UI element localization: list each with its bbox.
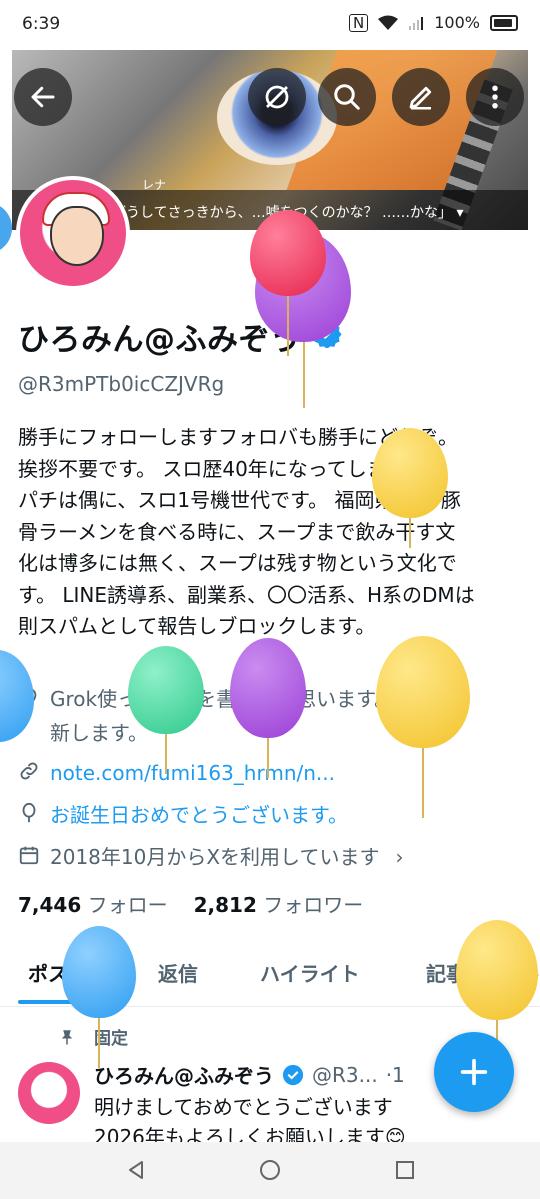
website-link[interactable]: note.com/fumi163_hrmn/n... xyxy=(50,756,335,790)
compose-post-button[interactable] xyxy=(434,1032,514,1112)
balloon-partial-blue xyxy=(0,202,12,254)
tweet-time: ·1 xyxy=(385,1062,405,1087)
wifi-icon xyxy=(378,15,399,30)
link-icon xyxy=(20,762,38,780)
plus-icon xyxy=(460,1058,488,1086)
following-count-link[interactable]: 7,446 フォロー xyxy=(18,889,168,918)
pencil-icon xyxy=(409,86,432,110)
profile-birthday[interactable]: お誕生日おめでとうございます。 xyxy=(18,798,348,832)
search-button[interactable] xyxy=(318,68,376,126)
nfc-icon: N xyxy=(349,13,369,32)
edit-button[interactable] xyxy=(392,68,450,126)
search-icon xyxy=(334,84,360,110)
system-nav-bar xyxy=(0,1142,540,1199)
status-bar: 6:39 N 100% xyxy=(0,0,540,50)
profile-joined[interactable]: 2018年10月からXを利用しています › xyxy=(18,840,403,874)
follow-counts: 7,446 フォロー 2,812 フォロワー xyxy=(18,889,363,918)
followers-count-link[interactable]: 2,812 フォロワー xyxy=(194,889,364,918)
signal-icon xyxy=(409,16,424,30)
pin-icon xyxy=(61,1029,73,1044)
chevron-right-icon: › xyxy=(395,845,404,869)
back-button[interactable] xyxy=(14,68,72,126)
home-circle-icon[interactable] xyxy=(258,1158,282,1182)
calendar-icon xyxy=(19,846,39,865)
tab-replies[interactable]: 返信 xyxy=(158,950,198,1006)
grok-button[interactable] xyxy=(248,68,306,126)
pinned-label: 固定 xyxy=(58,1024,128,1049)
more-vertical-icon xyxy=(492,85,498,109)
battery-text: 100% xyxy=(434,13,480,32)
battery-icon xyxy=(490,14,518,31)
profile-website[interactable]: note.com/fumi163_hrmn/n... xyxy=(18,756,335,790)
grok-icon xyxy=(265,85,289,109)
profile-avatar[interactable] xyxy=(16,176,130,290)
profile-handle: @R3mPTb0icCZJVRg xyxy=(18,372,225,396)
tweet-author-name[interactable]: ひろみん@ふみぞう xyxy=(94,1060,274,1089)
arrow-left-icon xyxy=(31,86,55,108)
profile-bio: 勝手にフォローしますフォロバも勝手にどうぞ。 挨拶不要です。 スロ歴40年になっ… xyxy=(18,425,475,638)
more-options-button[interactable] xyxy=(466,68,524,126)
status-time: 6:39 xyxy=(22,14,61,34)
tweet-header: ひろみん@ふみぞう @R3... ·1 xyxy=(94,1060,405,1089)
tweet-avatar[interactable] xyxy=(18,1062,80,1124)
tab-highlights[interactable]: ハイライト xyxy=(260,950,360,1006)
recents-square-icon[interactable] xyxy=(393,1158,417,1182)
back-triangle-icon[interactable] xyxy=(124,1158,148,1182)
balloon-icon xyxy=(22,802,36,823)
tweet-author-handle: @R3... xyxy=(312,1062,378,1087)
verified-badge-icon xyxy=(282,1064,304,1085)
